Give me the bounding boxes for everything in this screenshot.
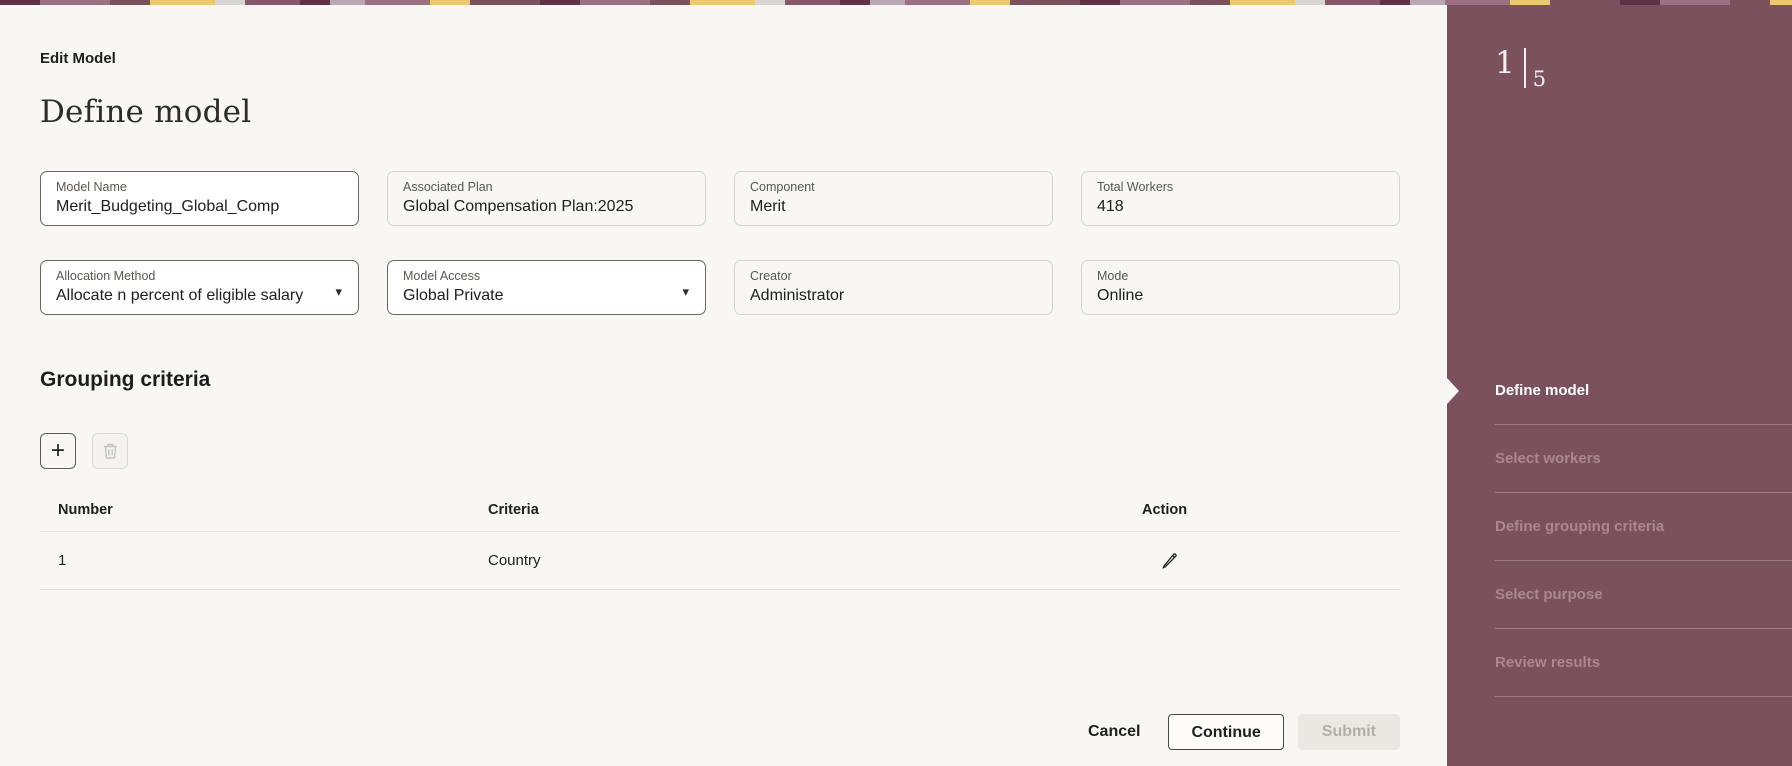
- table-row: 1 Country: [40, 532, 1400, 590]
- current-step-number: 1: [1495, 48, 1515, 79]
- step-indicator-divider: [1524, 48, 1526, 88]
- creator-field: Creator Administrator: [734, 260, 1053, 315]
- model-form: Model Name Merit_Budgeting_Global_Comp A…: [40, 171, 1400, 315]
- plus-icon: +: [51, 439, 65, 463]
- field-value: Online: [1097, 285, 1385, 307]
- step-select-workers[interactable]: Select workers: [1495, 425, 1792, 493]
- column-header-criteria: Criteria: [488, 502, 1142, 518]
- field-label: Associated Plan: [403, 179, 691, 195]
- field-label: Allocation Method: [56, 268, 344, 284]
- table-header-row: Number Criteria Action: [40, 489, 1400, 532]
- continue-button[interactable]: Continue: [1168, 714, 1283, 750]
- associated-plan-field: Associated Plan Global Compensation Plan…: [387, 171, 706, 226]
- grouping-criteria-title: Grouping criteria: [40, 368, 210, 392]
- steps-sidebar: 1 5 Define model Select workers Define g…: [1447, 0, 1792, 766]
- model-name-field[interactable]: Model Name Merit_Budgeting_Global_Comp: [40, 171, 359, 226]
- field-value: Global Private: [403, 285, 691, 307]
- delete-criteria-button[interactable]: [92, 433, 128, 469]
- step-define-model[interactable]: Define model: [1495, 357, 1792, 425]
- field-label: Creator: [750, 268, 1038, 284]
- edit-criteria-button[interactable]: [1160, 551, 1179, 570]
- field-label: Total Workers: [1097, 179, 1385, 195]
- decorative-top-strip: [0, 0, 1792, 5]
- step-review-results[interactable]: Review results: [1495, 629, 1792, 697]
- chevron-down-icon: ▾: [682, 285, 689, 298]
- add-criteria-button[interactable]: +: [40, 433, 76, 469]
- cancel-button[interactable]: Cancel: [1074, 714, 1154, 750]
- field-value: Administrator: [750, 285, 1038, 307]
- allocation-method-select[interactable]: Allocation Method Allocate n percent of …: [40, 260, 359, 315]
- step-progress-indicator: 1 5: [1495, 48, 1546, 91]
- component-field: Component Merit: [734, 171, 1053, 226]
- field-label: Model Name: [56, 179, 344, 195]
- field-label: Model Access: [403, 268, 691, 284]
- total-steps-number: 5: [1533, 67, 1546, 91]
- field-label: Component: [750, 179, 1038, 195]
- model-access-select[interactable]: Model Access Global Private ▾: [387, 260, 706, 315]
- footer-actions: Cancel Continue Submit: [1074, 714, 1400, 750]
- submit-button[interactable]: Submit: [1298, 714, 1400, 750]
- total-workers-field: Total Workers 418: [1081, 171, 1400, 226]
- column-header-number: Number: [40, 502, 488, 518]
- active-step-arrow-icon: [1447, 378, 1459, 404]
- main-content: Edit Model Define model Model Name Merit…: [0, 0, 1447, 766]
- grouping-criteria-table: Number Criteria Action 1 Country: [40, 489, 1400, 590]
- step-define-grouping-criteria[interactable]: Define grouping criteria: [1495, 493, 1792, 561]
- page-title: Define model: [40, 94, 251, 130]
- mode-field: Mode Online: [1081, 260, 1400, 315]
- step-select-purpose[interactable]: Select purpose: [1495, 561, 1792, 629]
- field-label: Mode: [1097, 268, 1385, 284]
- chevron-down-icon: ▾: [335, 285, 342, 298]
- field-value: Merit_Budgeting_Global_Comp: [56, 196, 344, 218]
- field-value: Merit: [750, 196, 1038, 218]
- field-value: 418: [1097, 196, 1385, 218]
- row-number: 1: [40, 552, 488, 569]
- breadcrumb: Edit Model: [40, 50, 116, 67]
- column-header-action: Action: [1142, 502, 1400, 518]
- trash-icon: [102, 442, 119, 460]
- field-value: Allocate n percent of eligible salary: [56, 285, 344, 307]
- row-criteria: Country: [488, 552, 1142, 569]
- steps-list: Define model Select workers Define group…: [1495, 357, 1792, 697]
- field-value: Global Compensation Plan:2025: [403, 196, 691, 218]
- pencil-icon: [1160, 551, 1179, 570]
- grouping-toolbar: +: [40, 433, 128, 469]
